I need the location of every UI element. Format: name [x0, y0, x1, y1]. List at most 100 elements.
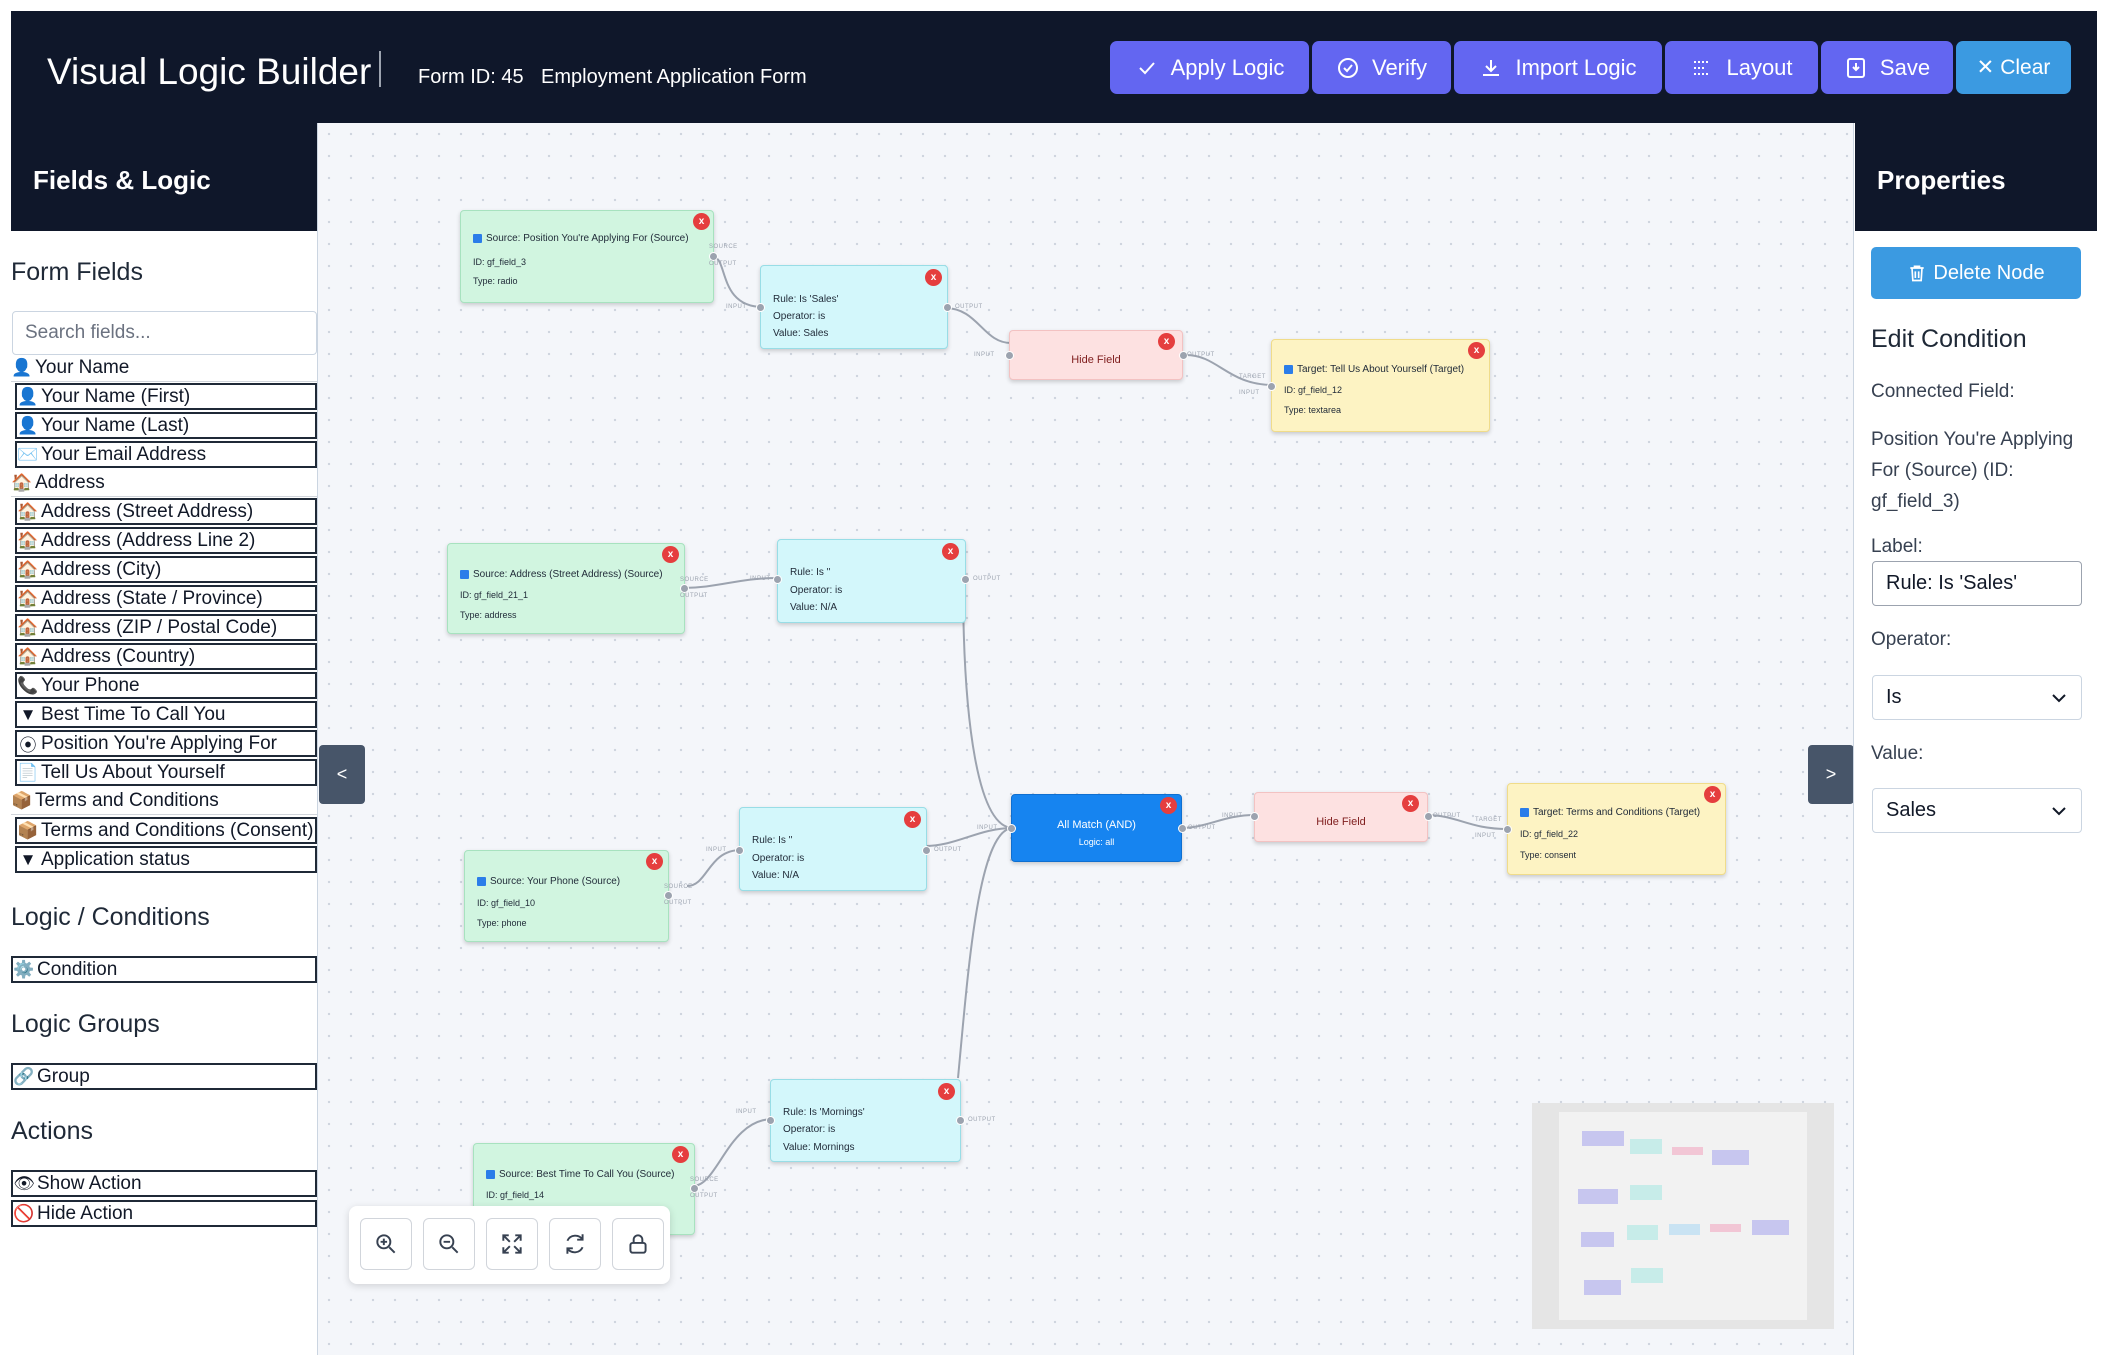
delete-node-button[interactable]: x — [1158, 333, 1175, 350]
form-field-item[interactable]: 🏠 Address (State / Province) — [15, 585, 317, 612]
form-field-item[interactable]: ⦿ Position You're Applying For — [15, 730, 317, 757]
form-field-item[interactable]: 📦 Terms and Conditions — [11, 788, 317, 815]
form-field-item[interactable]: 👤 Your Name — [11, 355, 317, 382]
minimap[interactable] — [1532, 1103, 1834, 1329]
field-type-icon: ⦿ — [19, 736, 37, 755]
field-type-icon: 👤 — [17, 415, 39, 435]
node-group-all-match[interactable]: All Match (AND) Logic: all x INPUT OUTPU… — [977, 794, 1215, 862]
delete-node-button[interactable]: x — [1468, 342, 1485, 359]
form-field-item[interactable]: 📞 Your Phone — [15, 672, 317, 699]
minimap-node — [1578, 1189, 1618, 1204]
port-label-output: OUTPUT — [709, 261, 737, 267]
delete-node-button[interactable]: x — [942, 543, 959, 560]
search-input[interactable] — [12, 311, 317, 355]
lock-button[interactable] — [612, 1218, 664, 1270]
delete-node-button[interactable]: x — [904, 811, 921, 828]
node-id: ID: gf_field_21_1 — [460, 590, 529, 600]
form-field-item[interactable]: 🏠 Address (Street Address) — [15, 498, 317, 525]
input-port[interactable] — [756, 303, 765, 312]
form-field-item[interactable]: 📄 Tell Us About Yourself — [15, 759, 317, 786]
label-input[interactable]: Rule: Is 'Sales' — [1872, 561, 2082, 606]
import-logic-label: Import Logic — [1515, 54, 1637, 80]
form-field-item[interactable]: 🏠 Address (City) — [15, 556, 317, 583]
output-port[interactable] — [690, 1184, 699, 1193]
target-port[interactable] — [1267, 382, 1276, 391]
node-rule-mornings[interactable]: Rule: Is 'Mornings' Operator: is Value: … — [736, 1079, 995, 1162]
form-field-item[interactable]: ▼ Application status — [15, 846, 317, 873]
form-field-item[interactable]: 🏠 Address — [11, 470, 317, 497]
input-port[interactable] — [773, 575, 782, 584]
delete-node-button[interactable]: x — [646, 853, 663, 870]
node-rule-phone[interactable]: Rule: Is '' Operator: is Value: N/A x IN… — [706, 807, 961, 891]
output-port[interactable] — [1178, 824, 1187, 833]
expand-icon — [502, 1234, 522, 1254]
output-port[interactable] — [922, 846, 931, 855]
node-source-position[interactable]: Source: Position You're Applying For (So… — [460, 210, 737, 303]
zoom-out-button[interactable] — [423, 1218, 475, 1270]
delete-node-button[interactable]: x — [693, 213, 710, 230]
palette-item-show-action[interactable]: 👁 Show Action — [11, 1170, 317, 1197]
group-logic: Logic: all — [1078, 837, 1115, 847]
input-port[interactable] — [735, 846, 744, 855]
logic-canvas[interactable]: Source: Position You're Applying For (So… — [317, 123, 1854, 1355]
delete-node-button[interactable]: x — [938, 1083, 955, 1100]
delete-node-button[interactable]: x — [672, 1146, 689, 1163]
output-port[interactable] — [956, 1116, 965, 1125]
palette-item-hide-action[interactable]: 🚫 Hide Action — [11, 1200, 317, 1227]
form-field-item[interactable]: 📦 Terms and Conditions (Consent) — [15, 817, 317, 844]
input-port[interactable] — [1007, 824, 1016, 833]
node-hide-field-1[interactable]: Hide Field x INPUT OUTPUT — [974, 330, 1214, 380]
delete-node-button[interactable]: x — [662, 546, 679, 563]
node-source-phone[interactable]: Source: Your Phone (Source) ID: gf_field… — [464, 850, 692, 942]
node-target-tell-us[interactable]: Target: Tell Us About Yourself (Target) … — [1239, 339, 1490, 432]
node-source-address[interactable]: Source: Address (Street Address) (Source… — [447, 543, 708, 634]
node-target-terms[interactable]: Target: Terms and Conditions (Target) ID… — [1475, 783, 1726, 875]
field-type-icon: 🏠 — [11, 473, 33, 492]
apply-logic-button[interactable]: Apply Logic — [1110, 41, 1309, 94]
delete-node-button[interactable]: Delete Node — [1871, 247, 2081, 299]
form-field-item[interactable]: 🏠 Address (ZIP / Postal Code) — [15, 614, 317, 641]
collapse-left-panel-button[interactable]: < — [319, 745, 365, 804]
form-field-item[interactable]: ✉️ Your Email Address — [15, 441, 317, 468]
node-rule-sales[interactable]: Rule: Is 'Sales' Operator: is Value: Sal… — [726, 265, 982, 349]
form-field-label: Terms and Conditions — [35, 790, 219, 811]
rule-value: Value: N/A — [752, 870, 800, 881]
input-port[interactable] — [1250, 812, 1259, 821]
output-port[interactable] — [961, 575, 970, 584]
rule-value: Value: N/A — [790, 602, 838, 613]
import-logic-button[interactable]: Import Logic — [1454, 41, 1662, 94]
zoom-in-button[interactable] — [360, 1218, 412, 1270]
node-hide-field-2[interactable]: Hide Field x INPUT OUTPUT — [1222, 792, 1460, 842]
form-field-item[interactable]: 🏠 Address (Address Line 2) — [15, 527, 317, 554]
target-port[interactable] — [1503, 825, 1512, 834]
output-port[interactable] — [1424, 812, 1433, 821]
palette-item-group[interactable]: 🔗 Group — [11, 1063, 317, 1090]
form-field-item[interactable]: 👤 Your Name (First) — [15, 383, 317, 410]
form-field-item[interactable]: 👤 Your Name (Last) — [15, 412, 317, 439]
output-port[interactable] — [943, 303, 952, 312]
palette-item-condition[interactable]: ⚙️ Condition — [11, 956, 317, 983]
delete-node-button[interactable]: x — [1704, 786, 1721, 803]
collapse-right-panel-button[interactable]: > — [1808, 745, 1853, 804]
form-field-item[interactable]: ▼ Best Time To Call You — [15, 701, 317, 728]
delete-node-button[interactable]: x — [925, 269, 942, 286]
verify-button[interactable]: Verify — [1312, 41, 1451, 94]
refresh-button[interactable] — [549, 1218, 601, 1270]
delete-node-button[interactable]: x — [1160, 797, 1177, 814]
output-port[interactable] — [680, 584, 689, 593]
layout-button[interactable]: Layout — [1665, 41, 1818, 94]
save-button[interactable]: Save — [1821, 41, 1953, 94]
fit-view-button[interactable] — [486, 1218, 538, 1270]
value-select[interactable]: Sales — [1872, 788, 2082, 833]
node-rule-address[interactable]: Rule: Is '' Operator: is Value: N/A x IN… — [750, 539, 1000, 623]
rule-value: Value: Mornings — [783, 1142, 855, 1153]
output-port[interactable] — [709, 252, 718, 261]
input-port[interactable] — [1005, 351, 1014, 360]
clear-button[interactable]: ✕ Clear — [1956, 41, 2071, 94]
output-port[interactable] — [664, 891, 673, 900]
delete-node-button[interactable]: x — [1402, 795, 1419, 812]
input-port[interactable] — [766, 1116, 775, 1125]
operator-select[interactable]: Is — [1872, 675, 2082, 720]
field-type-icon: 📄 — [17, 762, 39, 782]
form-field-item[interactable]: 🏠 Address (Country) — [15, 643, 317, 670]
